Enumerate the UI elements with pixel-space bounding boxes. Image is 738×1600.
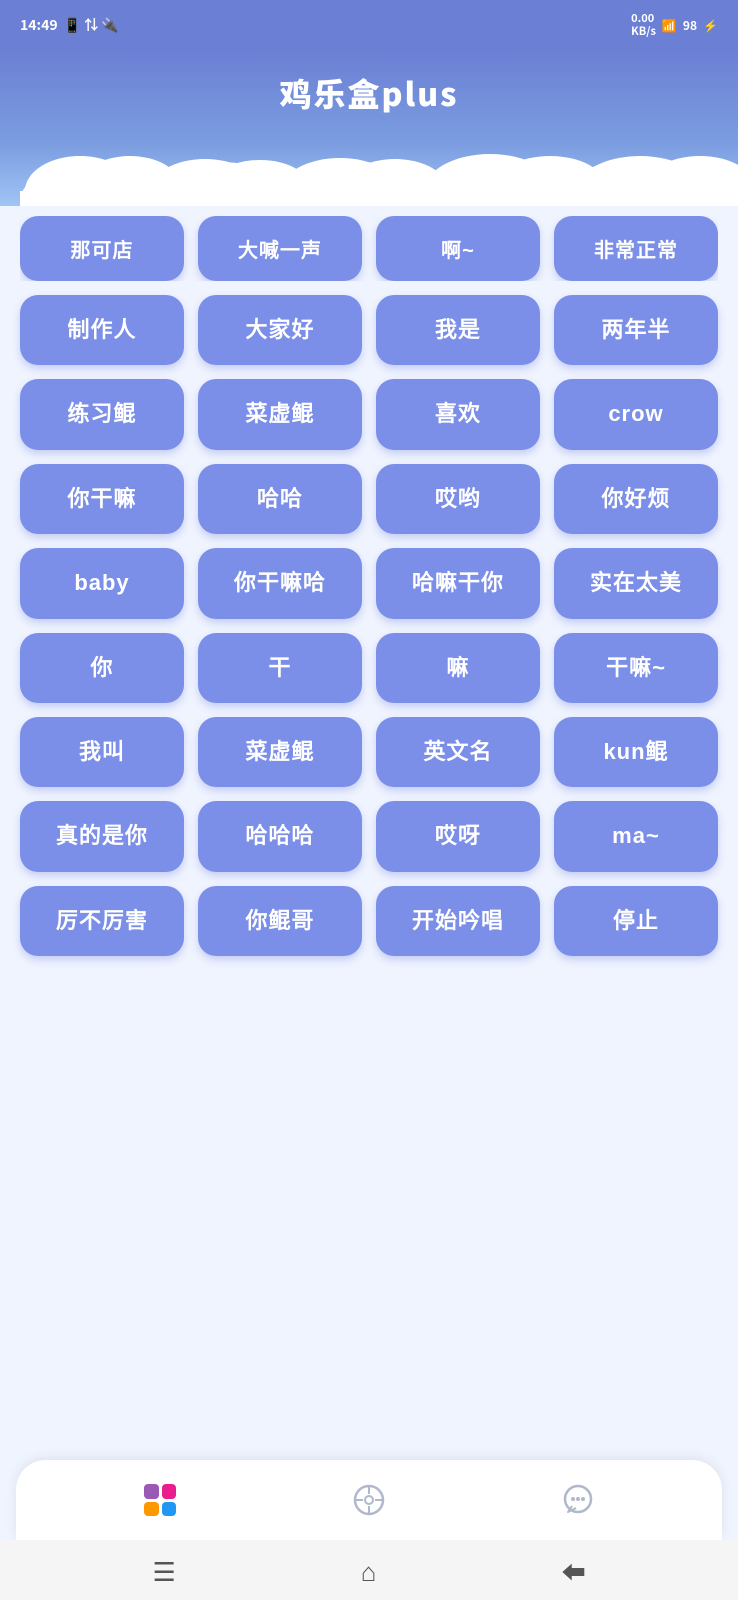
lightning-icon: ⚡ <box>703 17 718 34</box>
word-button-p2[interactable]: 大喊一声 <box>198 216 362 281</box>
word-button-r7c1[interactable]: 真的是你 <box>20 801 184 871</box>
chat-svg <box>560 1482 596 1518</box>
word-button-r7c3[interactable]: 哎呀 <box>376 801 540 871</box>
word-button-r3c1[interactable]: 你干嘛 <box>20 464 184 534</box>
word-button-r2c3[interactable]: 喜欢 <box>376 379 540 449</box>
explore-svg <box>351 1482 387 1518</box>
nav-explore-icon[interactable] <box>347 1478 391 1522</box>
grid-apps-icon <box>144 1484 176 1516</box>
sys-nav: ☰ ⌂ ⬅ <box>0 1540 738 1600</box>
word-button-r8c4[interactable]: 停止 <box>554 886 718 956</box>
word-button-r1c1[interactable]: 制作人 <box>20 295 184 365</box>
word-button-r5c2[interactable]: 干 <box>198 633 362 703</box>
word-button-r1c3[interactable]: 我是 <box>376 295 540 365</box>
word-button-r2c2[interactable]: 菜虚鲲 <box>198 379 362 449</box>
network-speed: 0.00KB/s <box>631 12 656 38</box>
bottom-nav <box>16 1460 722 1540</box>
word-button-r5c4[interactable]: 干嘛~ <box>554 633 718 703</box>
grid-sq-1 <box>144 1484 159 1499</box>
sys-menu-button[interactable]: ☰ <box>152 1552 175 1589</box>
battery-level: 98 <box>683 17 697 34</box>
word-button-r3c3[interactable]: 哎哟 <box>376 464 540 534</box>
nav-chat-icon[interactable] <box>556 1478 600 1522</box>
app-title: 鸡乐盒plus <box>20 60 718 136</box>
word-button-r4c4[interactable]: 实在太美 <box>554 548 718 618</box>
main-content: 那可店大喊一声啊~非常正常 制作人大家好我是两年半练习鲲菜虚鲲喜欢crow你干嘛… <box>0 206 738 1450</box>
word-button-r6c3[interactable]: 英文名 <box>376 717 540 787</box>
word-button-r6c4[interactable]: kun鲲 <box>554 717 718 787</box>
wifi-icon: 📶 <box>662 17 677 34</box>
word-button-r1c2[interactable]: 大家好 <box>198 295 362 365</box>
word-button-r8c1[interactable]: 厉不厉害 <box>20 886 184 956</box>
word-button-r4c2[interactable]: 你干嘛哈 <box>198 548 362 618</box>
grid-sq-3 <box>144 1502 159 1517</box>
word-button-r4c3[interactable]: 哈嘛干你 <box>376 548 540 618</box>
word-button-r5c1[interactable]: 你 <box>20 633 184 703</box>
status-right: 0.00KB/s 📶 98 ⚡ <box>631 12 718 38</box>
word-button-r1c4[interactable]: 两年半 <box>554 295 718 365</box>
status-left: 14:49 📱 ⇅ 🔌 <box>20 15 119 35</box>
word-button-p4[interactable]: 非常正常 <box>554 216 718 281</box>
clouds-decoration <box>20 136 738 206</box>
grid-sq-2 <box>162 1484 177 1499</box>
word-button-r3c2[interactable]: 哈哈 <box>198 464 362 534</box>
word-button-r6c2[interactable]: 菜虚鲲 <box>198 717 362 787</box>
word-button-r3c4[interactable]: 你好烦 <box>554 464 718 534</box>
word-button-r5c3[interactable]: 嘛 <box>376 633 540 703</box>
status-icons: 📱 ⇅ 🔌 <box>64 15 119 35</box>
status-time: 14:49 <box>20 15 58 35</box>
word-button-r2c1[interactable]: 练习鲲 <box>20 379 184 449</box>
nav-home-icon[interactable] <box>138 1478 182 1522</box>
sys-home-button[interactable]: ⌂ <box>361 1552 377 1589</box>
partial-row: 那可店大喊一声啊~非常正常 <box>20 216 718 281</box>
word-button-r7c2[interactable]: 哈哈哈 <box>198 801 362 871</box>
sys-back-button[interactable]: ⬅ <box>561 1553 585 1588</box>
word-button-r8c3[interactable]: 开始吟唱 <box>376 886 540 956</box>
word-button-r7c4[interactable]: ma~ <box>554 801 718 871</box>
word-button-p1[interactable]: 那可店 <box>20 216 184 281</box>
status-bar: 14:49 📱 ⇅ 🔌 0.00KB/s 📶 98 ⚡ <box>0 0 738 50</box>
grid-sq-4 <box>162 1502 177 1517</box>
word-button-r6c1[interactable]: 我叫 <box>20 717 184 787</box>
word-button-r8c2[interactable]: 你鲲哥 <box>198 886 362 956</box>
header: 鸡乐盒plus <box>0 50 738 206</box>
button-grid: 制作人大家好我是两年半练习鲲菜虚鲲喜欢crow你干嘛哈哈哎哟你好烦baby你干嘛… <box>20 295 718 956</box>
word-button-p3[interactable]: 啊~ <box>376 216 540 281</box>
word-button-r2c4[interactable]: crow <box>554 379 718 449</box>
word-button-r4c1[interactable]: baby <box>20 548 184 618</box>
